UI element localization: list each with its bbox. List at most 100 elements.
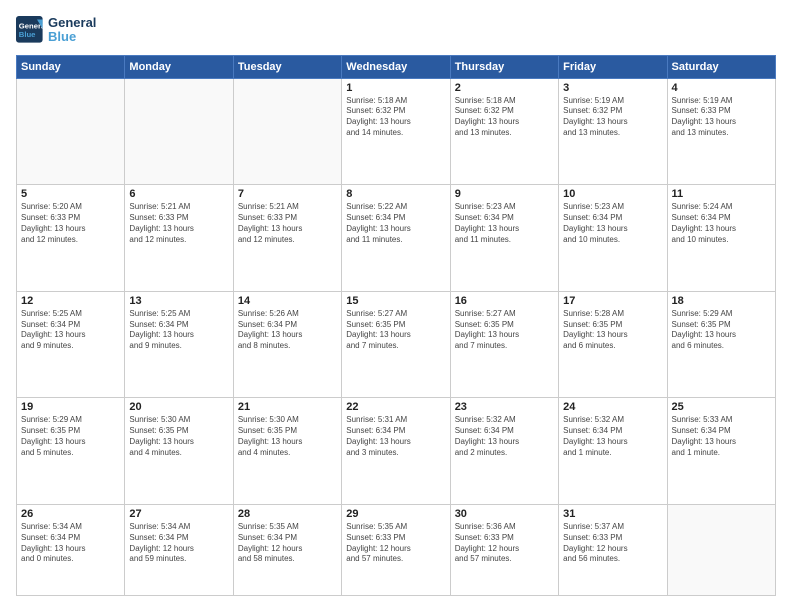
logo-general: General [48,16,96,30]
day-info: Sunrise: 5:19 AM Sunset: 6:33 PM Dayligh… [672,96,771,139]
day-info: Sunrise: 5:34 AM Sunset: 6:34 PM Dayligh… [21,522,120,565]
page: General Blue General Blue SundayMondayTu… [0,0,792,612]
calendar-cell: 18Sunrise: 5:29 AM Sunset: 6:35 PM Dayli… [667,291,775,398]
day-info: Sunrise: 5:22 AM Sunset: 6:34 PM Dayligh… [346,202,445,245]
calendar-cell: 16 Sunrise: 5:27 AM Sunset: 6:35 PM Dayli… [450,291,558,398]
day-number: 6 [129,188,228,200]
day-info: Sunrise: 5:32 AM Sunset: 6:34 PM Dayligh… [563,415,662,458]
day-number: 28 [238,508,337,520]
day-info: Sunrise: 5:34 AM Sunset: 6:34 PM Dayligh… [129,522,228,565]
day-number: 2 [455,82,554,94]
day-info: Sunrise: 5:21 AM Sunset: 6:33 PM Dayligh… [238,202,337,245]
weekday-header-wednesday: Wednesday [342,55,450,78]
logo: General Blue General Blue [16,16,96,45]
day-number: 29 [346,508,445,520]
day-number: 24 [563,401,662,413]
day-number: 26 [21,508,120,520]
day-info: Sunrise: 5:20 AM Sunset: 6:33 PM Dayligh… [21,202,120,245]
day-info: Sunrise: 5:30 AM Sunset: 6:35 PM Dayligh… [129,415,228,458]
day-info: Sunrise: 5:30 AM Sunset: 6:35 PM Dayligh… [238,415,337,458]
weekday-header-saturday: Saturday [667,55,775,78]
day-info: Sunrise: 5:24 AM Sunset: 6:34 PM Dayligh… [672,202,771,245]
day-number: 25 [672,401,771,413]
day-info: Sunrise: 5:23 AM Sunset: 6:34 PM Dayligh… [455,202,554,245]
calendar-cell: 13 Sunrise: 5:25 AM Sunset: 6:34 PM Dayli… [125,291,233,398]
calendar-cell: 17 Sunrise: 5:28 AM Sunset: 6:35 PM Dayli… [559,291,667,398]
calendar-cell [125,78,233,185]
day-info: Sunrise: 5:32 AM Sunset: 6:34 PM Dayligh… [455,415,554,458]
day-number: 3 [563,82,662,94]
weekday-header-row: SundayMondayTuesdayWednesdayThursdayFrid… [17,55,776,78]
day-number: 12 [21,295,120,307]
day-info: Sunrise: 5:28 AM Sunset: 6:35 PM Dayligh… [563,309,662,352]
calendar-cell: 14 Sunrise: 5:26 AM Sunset: 6:34 PM Dayli… [233,291,341,398]
calendar-cell: 8 Sunrise: 5:22 AM Sunset: 6:34 PM Daylig… [342,185,450,292]
day-number: 11 [672,188,771,200]
calendar-cell: 30Sunrise: 5:36 AM Sunset: 6:33 PM Dayli… [450,505,558,596]
day-number: 22 [346,401,445,413]
day-number: 10 [563,188,662,200]
day-number: 13 [129,295,228,307]
weekday-header-friday: Friday [559,55,667,78]
calendar-cell: 21 Sunrise: 5:30 AM Sunset: 6:35 PM Dayli… [233,398,341,505]
calendar-cell: 9 Sunrise: 5:23 AM Sunset: 6:34 PM Daylig… [450,185,558,292]
day-number: 14 [238,295,337,307]
calendar-week-2: 5 Sunrise: 5:20 AM Sunset: 6:33 PM Daylig… [17,185,776,292]
day-info: Sunrise: 5:35 AM Sunset: 6:34 PM Dayligh… [238,522,337,565]
calendar-cell: 6 Sunrise: 5:21 AM Sunset: 6:33 PM Daylig… [125,185,233,292]
day-info: Sunrise: 5:18 AM Sunset: 6:32 PM Dayligh… [455,96,554,139]
day-number: 8 [346,188,445,200]
day-number: 4 [672,82,771,94]
calendar-cell: 26 Sunrise: 5:34 AM Sunset: 6:34 PM Dayli… [17,505,125,596]
calendar-week-1: 1 Sunrise: 5:18 AM Sunset: 6:32 PM Daylig… [17,78,776,185]
calendar-week-5: 26 Sunrise: 5:34 AM Sunset: 6:34 PM Dayli… [17,505,776,596]
calendar-cell: 20Sunrise: 5:30 AM Sunset: 6:35 PM Dayli… [125,398,233,505]
svg-text:Blue: Blue [19,30,36,39]
calendar-cell [17,78,125,185]
weekday-header-monday: Monday [125,55,233,78]
day-info: Sunrise: 5:18 AM Sunset: 6:32 PM Dayligh… [346,96,445,139]
logo-icon: General Blue [16,16,44,44]
calendar-cell: 5 Sunrise: 5:20 AM Sunset: 6:33 PM Daylig… [17,185,125,292]
day-info: Sunrise: 5:37 AM Sunset: 6:33 PM Dayligh… [563,522,662,565]
day-info: Sunrise: 5:21 AM Sunset: 6:33 PM Dayligh… [129,202,228,245]
day-number: 31 [563,508,662,520]
day-number: 17 [563,295,662,307]
header: General Blue General Blue [16,16,776,45]
day-number: 5 [21,188,120,200]
day-number: 1 [346,82,445,94]
calendar-cell [667,505,775,596]
calendar-cell: 23 Sunrise: 5:32 AM Sunset: 6:34 PM Dayli… [450,398,558,505]
calendar-cell: 29Sunrise: 5:35 AM Sunset: 6:33 PM Dayli… [342,505,450,596]
calendar-cell: 25Sunrise: 5:33 AM Sunset: 6:34 PM Dayli… [667,398,775,505]
calendar-table: SundayMondayTuesdayWednesdayThursdayFrid… [16,55,776,596]
day-number: 23 [455,401,554,413]
calendar-cell: 10Sunrise: 5:23 AM Sunset: 6:34 PM Dayli… [559,185,667,292]
calendar-cell [233,78,341,185]
calendar-cell: 28 Sunrise: 5:35 AM Sunset: 6:34 PM Dayli… [233,505,341,596]
calendar-cell: 22 Sunrise: 5:31 AM Sunset: 6:34 PM Dayli… [342,398,450,505]
calendar-cell: 4 Sunrise: 5:19 AM Sunset: 6:33 PM Daylig… [667,78,775,185]
logo-blue: Blue [48,30,96,44]
day-number: 21 [238,401,337,413]
calendar-cell: 15 Sunrise: 5:27 AM Sunset: 6:35 PM Dayli… [342,291,450,398]
weekday-header-tuesday: Tuesday [233,55,341,78]
day-info: Sunrise: 5:25 AM Sunset: 6:34 PM Dayligh… [129,309,228,352]
day-info: Sunrise: 5:31 AM Sunset: 6:34 PM Dayligh… [346,415,445,458]
day-number: 16 [455,295,554,307]
day-info: Sunrise: 5:29 AM Sunset: 6:35 PM Dayligh… [21,415,120,458]
day-info: Sunrise: 5:19 AM Sunset: 6:32 PM Dayligh… [563,96,662,139]
day-info: Sunrise: 5:27 AM Sunset: 6:35 PM Dayligh… [346,309,445,352]
day-info: Sunrise: 5:27 AM Sunset: 6:35 PM Dayligh… [455,309,554,352]
calendar-cell: 2 Sunrise: 5:18 AM Sunset: 6:32 PM Daylig… [450,78,558,185]
calendar-cell: 24 Sunrise: 5:32 AM Sunset: 6:34 PM Dayli… [559,398,667,505]
calendar-cell: 7 Sunrise: 5:21 AM Sunset: 6:33 PM Daylig… [233,185,341,292]
day-info: Sunrise: 5:26 AM Sunset: 6:34 PM Dayligh… [238,309,337,352]
day-number: 7 [238,188,337,200]
day-number: 9 [455,188,554,200]
day-number: 15 [346,295,445,307]
weekday-header-sunday: Sunday [17,55,125,78]
calendar-cell: 12Sunrise: 5:25 AM Sunset: 6:34 PM Dayli… [17,291,125,398]
calendar-cell: 19Sunrise: 5:29 AM Sunset: 6:35 PM Dayli… [17,398,125,505]
day-number: 30 [455,508,554,520]
